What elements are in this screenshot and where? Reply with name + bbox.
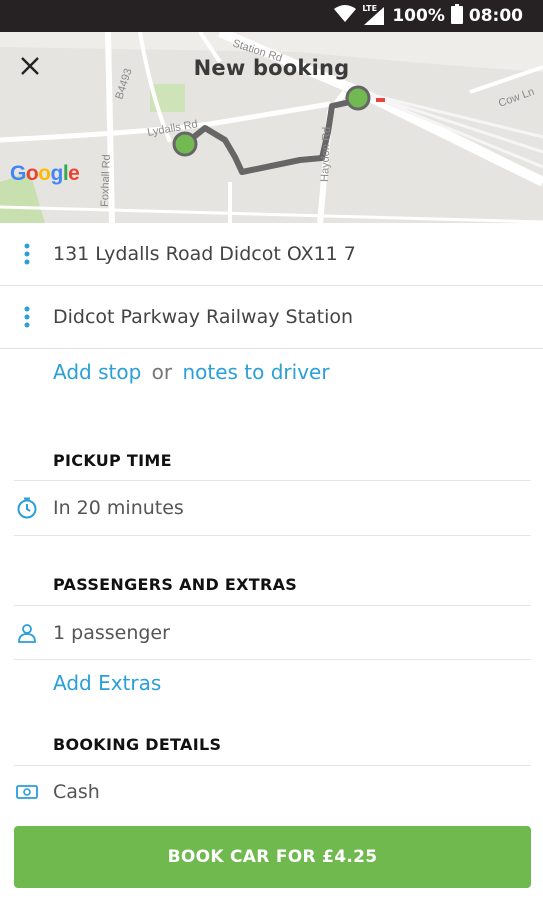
google-logo-letter: e xyxy=(68,162,80,185)
google-logo: Google xyxy=(10,162,80,186)
pickup-time-heading: PICKUP TIME xyxy=(53,451,172,470)
add-stop-link[interactable]: Add stop xyxy=(53,360,141,384)
drag-handle-icon[interactable] xyxy=(0,243,53,265)
or-label: or xyxy=(151,360,173,384)
clock: 08:00 xyxy=(468,6,523,26)
route-map[interactable]: Station Rd B4493 Lydalls Rd Foxhall Rd H… xyxy=(0,32,543,223)
street-label: Foxhall Rd xyxy=(99,154,113,207)
google-logo-letter: o xyxy=(25,162,39,185)
street-label: Haydon Rd xyxy=(319,127,333,182)
battery-icon xyxy=(450,3,463,29)
google-logo-letter: o xyxy=(38,162,51,185)
book-car-button[interactable]: BOOK CAR FOR £4.25 xyxy=(14,826,531,888)
passenger-count[interactable]: 1 passenger xyxy=(53,622,170,644)
google-logo-letter: G xyxy=(10,162,26,185)
cellular-signal-icon: LTE xyxy=(362,4,386,26)
pickup-address[interactable]: 131 Lydalls Road Didcot OX11 7 xyxy=(53,243,356,265)
divider xyxy=(14,765,531,766)
passengers-row[interactable]: 1 passenger xyxy=(0,613,543,653)
wifi-icon xyxy=(334,4,357,28)
divider xyxy=(14,659,531,660)
page-title: New booking xyxy=(193,56,350,80)
pickup-marker xyxy=(172,131,198,157)
battery-percent: 100% xyxy=(392,6,445,26)
divider xyxy=(14,535,531,536)
drag-handle-icon[interactable] xyxy=(0,306,53,328)
notes-to-driver-link[interactable]: notes to driver xyxy=(182,360,329,384)
booking-details-heading: BOOKING DETAILS xyxy=(53,735,222,754)
network-type-label: LTE xyxy=(362,4,378,13)
payment-row[interactable]: Cash xyxy=(0,772,543,812)
google-logo-letter: g xyxy=(50,162,64,185)
pickup-time-row[interactable]: In 20 minutes xyxy=(0,488,543,528)
timer-icon xyxy=(0,497,53,519)
dropoff-marker xyxy=(345,85,371,111)
pickup-time-value[interactable]: In 20 minutes xyxy=(53,497,184,519)
add-extras-link[interactable]: Add Extras xyxy=(53,671,161,695)
cash-icon xyxy=(0,784,53,800)
passengers-heading: PASSENGERS AND EXTRAS xyxy=(53,575,298,594)
railway-station-icon xyxy=(376,98,385,102)
status-bar: LTE 100% 08:00 xyxy=(0,0,543,32)
person-icon xyxy=(0,623,53,643)
payment-method[interactable]: Cash xyxy=(53,781,100,803)
dropoff-address[interactable]: Didcot Parkway Railway Station xyxy=(53,306,353,328)
divider xyxy=(14,480,531,481)
dropoff-address-row[interactable]: Didcot Parkway Railway Station xyxy=(0,286,543,349)
divider xyxy=(14,605,531,606)
route-extras-links: Add stop or notes to driver xyxy=(53,360,330,384)
add-extras-row[interactable]: Add Extras xyxy=(0,663,543,703)
pickup-address-row[interactable]: 131 Lydalls Road Didcot OX11 7 xyxy=(0,223,543,286)
